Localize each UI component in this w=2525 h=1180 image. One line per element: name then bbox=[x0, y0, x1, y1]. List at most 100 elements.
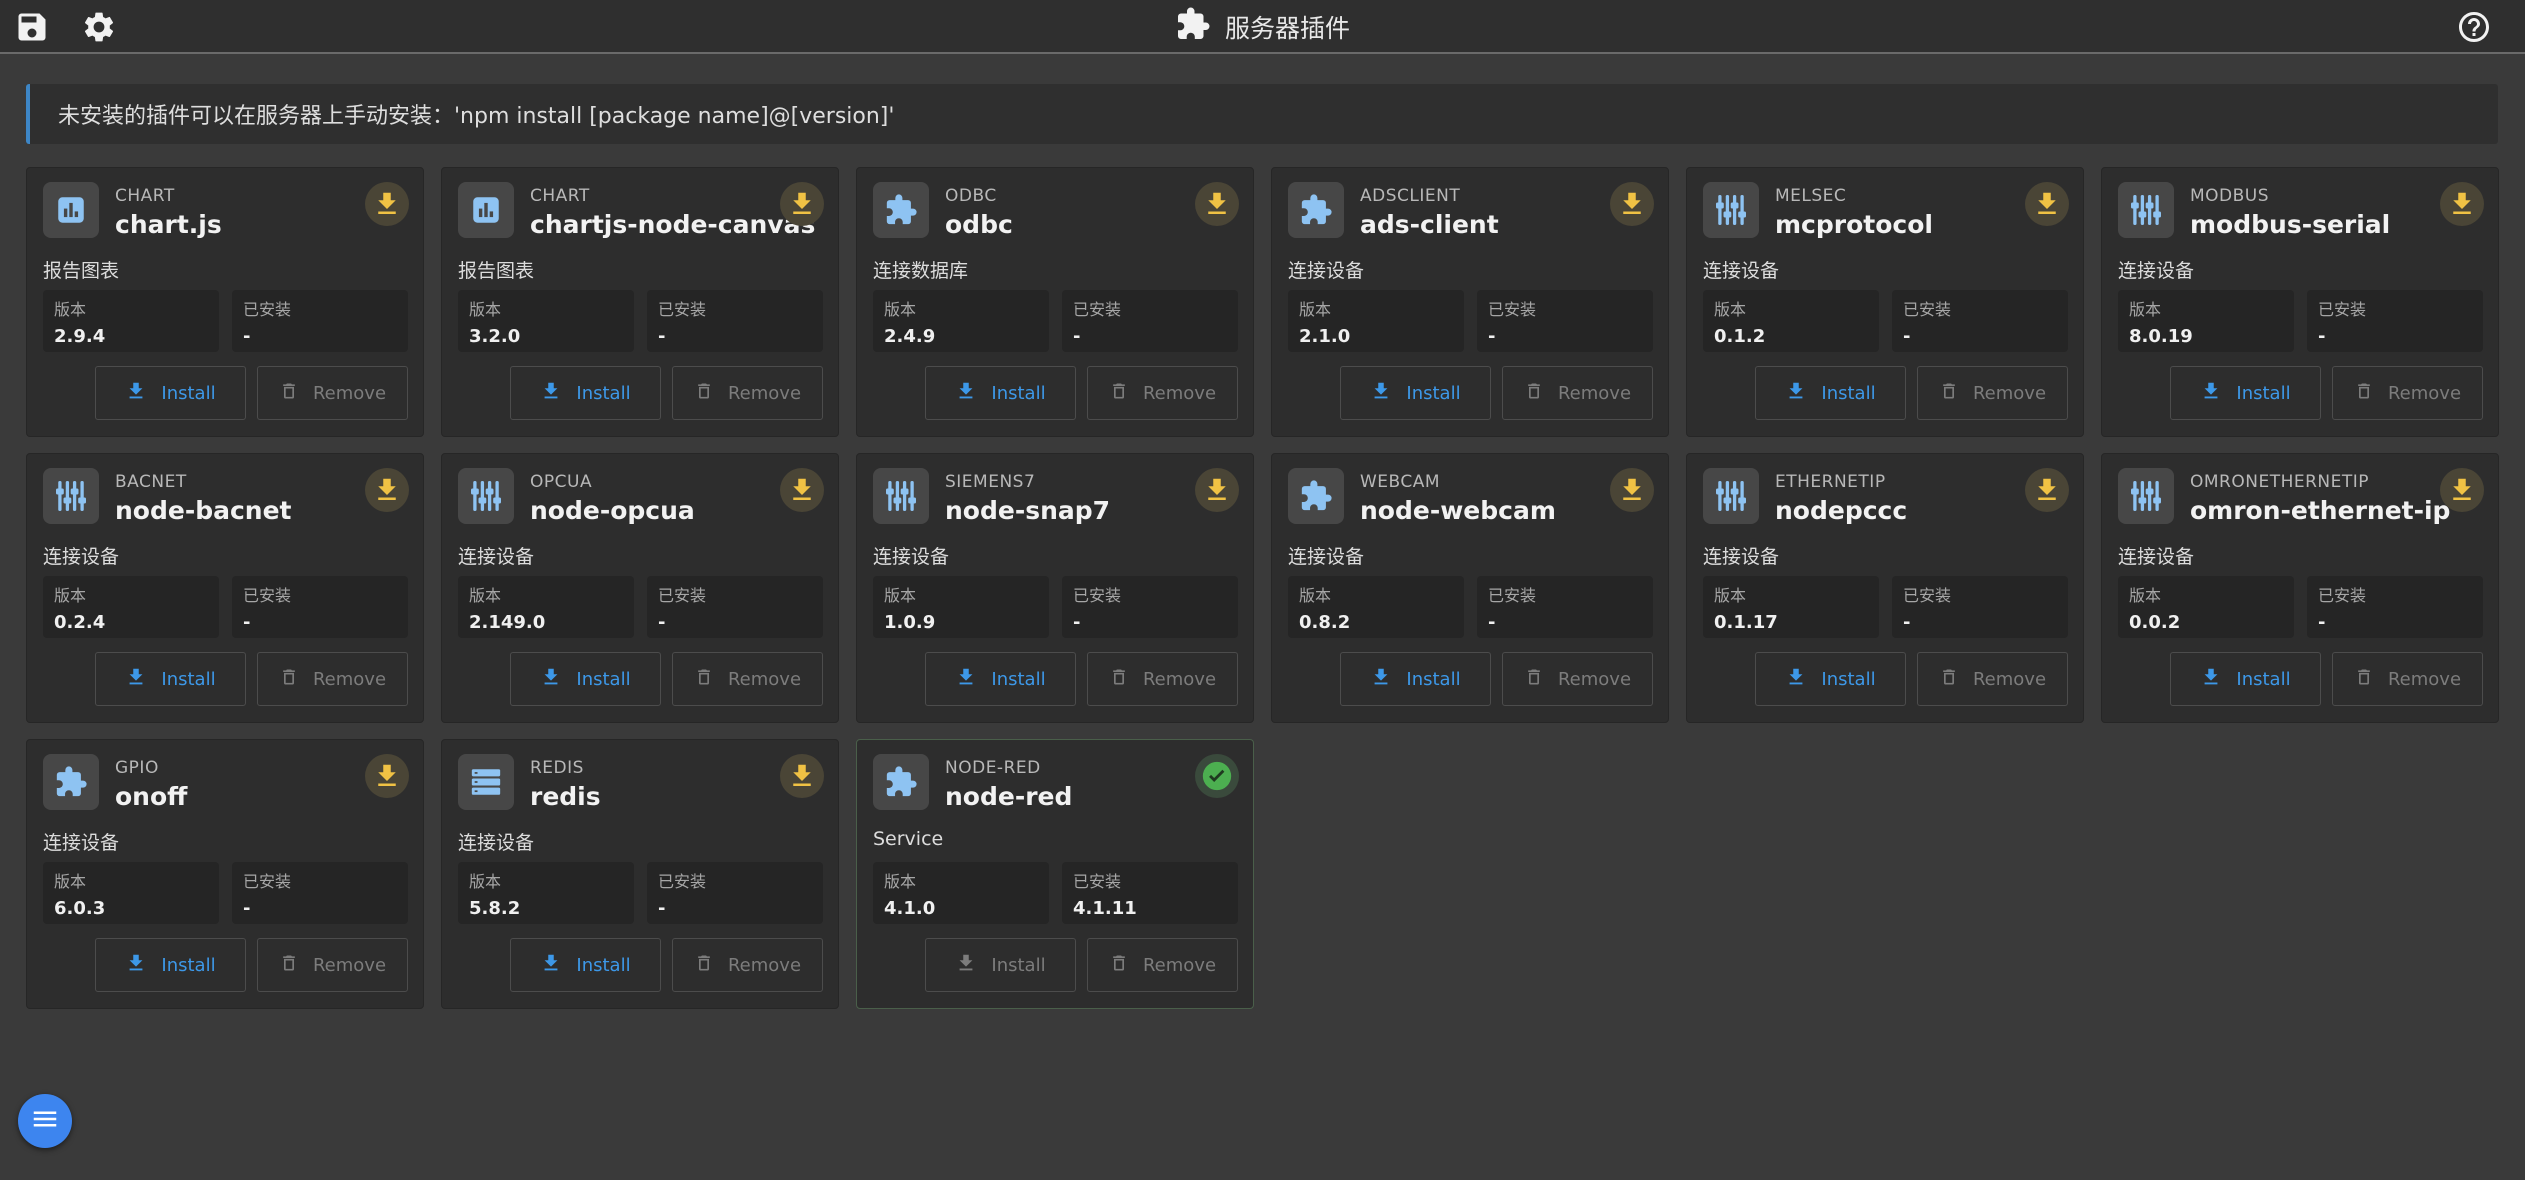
plugin-status[interactable] bbox=[1195, 754, 1239, 798]
plugin-category: WEBCAM bbox=[1360, 472, 1441, 492]
plugin-status[interactable] bbox=[1610, 182, 1654, 226]
remove-button[interactable]: Remove bbox=[1917, 366, 2068, 420]
plugin-category: CHART bbox=[115, 186, 175, 206]
installed-label: 已安装 bbox=[658, 872, 707, 891]
version-label: 版本 bbox=[54, 300, 87, 319]
plugin-status[interactable] bbox=[365, 182, 409, 226]
menu-icon bbox=[30, 1104, 60, 1138]
remove-button-label: Remove bbox=[727, 668, 802, 690]
plugin-status[interactable] bbox=[1610, 468, 1654, 512]
trash-icon bbox=[694, 667, 714, 692]
plugin-icon-tile bbox=[458, 754, 514, 810]
plugin-status[interactable] bbox=[780, 182, 824, 226]
remove-button[interactable]: Remove bbox=[2332, 652, 2483, 706]
remove-button-label: Remove bbox=[312, 382, 387, 404]
install-button[interactable]: Install bbox=[2170, 366, 2321, 420]
install-button[interactable]: Install bbox=[510, 366, 661, 420]
install-button[interactable]: Install bbox=[1755, 366, 1906, 420]
remove-button[interactable]: Remove bbox=[257, 938, 408, 992]
plugin-status[interactable] bbox=[2025, 468, 2069, 512]
trash-icon bbox=[1109, 381, 1129, 406]
plugin-name: node-snap7 bbox=[945, 496, 1111, 525]
plugin-description: 报告图表 bbox=[43, 260, 120, 282]
remove-button[interactable]: Remove bbox=[1087, 938, 1238, 992]
remove-button[interactable]: Remove bbox=[1917, 652, 2068, 706]
install-button[interactable]: Install bbox=[1755, 652, 1906, 706]
plugin-card: ETHERNETIP nodepccc 连接设备 版本 0.1.17 已安装 -… bbox=[1686, 453, 2084, 723]
install-button[interactable]: Install bbox=[925, 652, 1076, 706]
remove-button[interactable]: Remove bbox=[672, 938, 823, 992]
menu-fab-button[interactable] bbox=[18, 1094, 72, 1148]
plugin-status[interactable] bbox=[2025, 182, 2069, 226]
device-icon bbox=[2128, 478, 2164, 514]
plugin-status[interactable] bbox=[780, 468, 824, 512]
installed-label: 已安装 bbox=[658, 586, 707, 605]
remove-button[interactable]: Remove bbox=[1087, 366, 1238, 420]
plugin-description: 连接设备 bbox=[2118, 260, 2195, 282]
plugin-status[interactable] bbox=[1195, 182, 1239, 226]
installed-value: - bbox=[658, 898, 666, 919]
plugin-name: node-bacnet bbox=[115, 496, 292, 525]
remove-button[interactable]: Remove bbox=[1087, 652, 1238, 706]
installed-field: 已安装 - bbox=[2307, 290, 2483, 352]
download-icon bbox=[125, 380, 147, 407]
plugin-status[interactable] bbox=[365, 754, 409, 798]
install-button[interactable]: Install bbox=[510, 652, 661, 706]
puzzle-icon bbox=[884, 193, 918, 227]
plugin-card: WEBCAM node-webcam 连接设备 版本 0.8.2 已安装 - I… bbox=[1271, 453, 1669, 723]
remove-button[interactable]: Remove bbox=[672, 366, 823, 420]
plugin-status[interactable] bbox=[1195, 468, 1239, 512]
plugin-name: redis bbox=[530, 782, 601, 811]
trash-icon bbox=[279, 381, 299, 406]
plugin-card: SIEMENS7 node-snap7 连接设备 版本 1.0.9 已安装 - … bbox=[856, 453, 1254, 723]
installed-field: 已安装 4.1.11 bbox=[1062, 862, 1238, 924]
installed-label: 已安装 bbox=[1488, 586, 1537, 605]
install-button[interactable]: Install bbox=[95, 652, 246, 706]
plugin-status[interactable] bbox=[365, 468, 409, 512]
remove-button[interactable]: Remove bbox=[257, 366, 408, 420]
install-button[interactable]: Install bbox=[2170, 652, 2321, 706]
install-button[interactable]: Install bbox=[95, 938, 246, 992]
remove-button[interactable]: Remove bbox=[1502, 366, 1653, 420]
plugin-status[interactable] bbox=[780, 754, 824, 798]
remove-button[interactable]: Remove bbox=[672, 652, 823, 706]
plugin-description: 连接设备 bbox=[1703, 546, 1780, 568]
help-icon[interactable] bbox=[2456, 9, 2492, 45]
version-value: 2.149.0 bbox=[469, 612, 546, 633]
remove-button[interactable]: Remove bbox=[1502, 652, 1653, 706]
plugin-name: omron-ethernet-ip bbox=[2190, 496, 2451, 525]
plugin-card: NODE-RED node-red Service 版本 4.1.0 已安装 4… bbox=[856, 739, 1254, 1009]
install-button-label: Install bbox=[161, 382, 216, 404]
install-button[interactable]: Install bbox=[925, 938, 1076, 992]
install-button[interactable]: Install bbox=[510, 938, 661, 992]
trash-icon bbox=[279, 953, 299, 978]
plugin-status[interactable] bbox=[2440, 468, 2484, 512]
version-label: 版本 bbox=[54, 586, 87, 605]
install-button[interactable]: Install bbox=[925, 366, 1076, 420]
download-icon bbox=[372, 761, 402, 791]
remove-button[interactable]: Remove bbox=[257, 652, 408, 706]
download-icon bbox=[125, 666, 147, 693]
plugin-description: 连接设备 bbox=[43, 832, 120, 854]
install-button[interactable]: Install bbox=[1340, 652, 1491, 706]
plugin-icon-tile bbox=[873, 182, 929, 238]
remove-button[interactable]: Remove bbox=[2332, 366, 2483, 420]
install-button[interactable]: Install bbox=[95, 366, 246, 420]
install-button-label: Install bbox=[576, 382, 631, 404]
plugin-icon-tile bbox=[43, 754, 99, 810]
install-button-label: Install bbox=[2236, 382, 2291, 404]
install-button-label: Install bbox=[991, 954, 1046, 976]
plugin-status[interactable] bbox=[2440, 182, 2484, 226]
download-icon bbox=[787, 475, 817, 505]
version-field: 版本 0.0.2 bbox=[2118, 576, 2294, 638]
plugin-description: 连接设备 bbox=[2118, 546, 2195, 568]
download-icon bbox=[1370, 380, 1392, 407]
install-button[interactable]: Install bbox=[1340, 366, 1491, 420]
trash-icon bbox=[1524, 381, 1544, 406]
plugin-category: REDIS bbox=[530, 758, 584, 778]
install-button-label: Install bbox=[991, 382, 1046, 404]
plugin-icon-tile bbox=[2118, 468, 2174, 524]
version-label: 版本 bbox=[1299, 586, 1332, 605]
download-icon bbox=[540, 952, 562, 979]
version-label: 版本 bbox=[469, 872, 502, 891]
